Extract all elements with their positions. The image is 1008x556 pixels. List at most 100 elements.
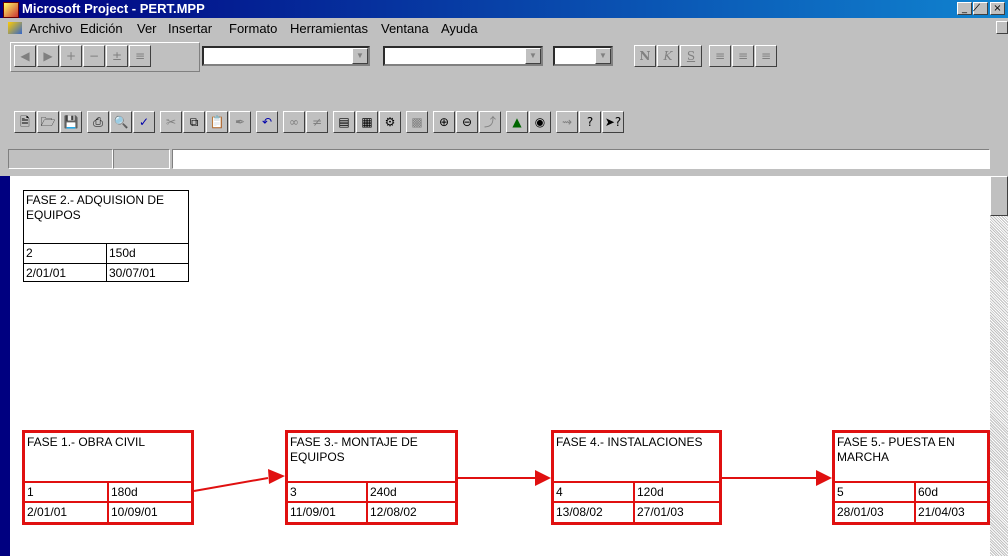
format-painter-icon[interactable]: ✒ bbox=[229, 111, 251, 133]
task-name: FASE 4.- INSTALACIONES bbox=[556, 435, 703, 449]
menu-insertar[interactable]: Insertar bbox=[168, 21, 212, 36]
task-information-icon[interactable]: ▤ bbox=[333, 111, 355, 133]
menu-edicion[interactable]: Edición bbox=[80, 21, 123, 36]
print-preview-icon[interactable]: 🔍 bbox=[110, 111, 132, 133]
task-number: 3 bbox=[290, 485, 297, 499]
zoom-out-icon[interactable]: ⊖ bbox=[456, 111, 478, 133]
task-finish: 10/09/01 bbox=[111, 505, 158, 519]
document-icon[interactable] bbox=[8, 22, 22, 34]
italic-button[interactable]: K bbox=[657, 45, 679, 67]
task-name: FASE 2.- ADQUISION DE EQUIPOS bbox=[26, 193, 165, 222]
link-tasks-icon[interactable]: ∞ bbox=[283, 111, 305, 133]
zoom-in-icon[interactable]: ⊕ bbox=[433, 111, 455, 133]
task-start: 11/09/01 bbox=[290, 505, 336, 519]
task-finish: 21/04/03 bbox=[918, 505, 965, 519]
pert-chart-canvas[interactable]: FASE 2.- ADQUISION DE EQUIPOS 2 150d 2/0… bbox=[10, 176, 990, 556]
task-start: 2/01/01 bbox=[27, 505, 68, 519]
task-start: 13/08/02 bbox=[556, 505, 603, 519]
pert-wizard-icon[interactable]: ⇝ bbox=[556, 111, 578, 133]
save-icon[interactable]: 💾 bbox=[60, 111, 82, 133]
assign-resources-icon[interactable]: ⚙ bbox=[379, 111, 401, 133]
formatting-toolbar: ◀ ▶ + − ± ≡ ▼ ▼ ▼ N K S ≡ ≡ ≡ bbox=[0, 40, 1008, 74]
task-finish: 12/08/02 bbox=[370, 505, 417, 519]
minimize-button[interactable]: _ bbox=[957, 2, 972, 15]
entry-input[interactable] bbox=[172, 149, 990, 169]
task-finish: 30/07/01 bbox=[109, 266, 156, 280]
arrowhead-fase5 bbox=[816, 470, 832, 486]
task-start: 2/01/01 bbox=[26, 266, 67, 280]
unlink-tasks-icon[interactable]: ≠ bbox=[306, 111, 328, 133]
task-number: 1 bbox=[27, 485, 34, 499]
task-start: 28/01/03 bbox=[837, 505, 884, 519]
window-title: Microsoft Project - PERT.MPP bbox=[22, 1, 205, 16]
help-icon[interactable]: ? bbox=[579, 111, 601, 133]
hide-subtasks-icon[interactable]: − bbox=[83, 45, 105, 67]
arrowhead-fase3 bbox=[268, 469, 285, 484]
chevron-down-icon[interactable]: ▼ bbox=[525, 48, 541, 64]
copy-icon[interactable]: ⧉ bbox=[183, 111, 205, 133]
task-name: FASE 1.- OBRA CIVIL bbox=[27, 435, 146, 449]
spelling-icon[interactable]: ✓ bbox=[133, 111, 155, 133]
menu-ver[interactable]: Ver bbox=[137, 21, 157, 36]
filter-icon[interactable]: ≡ bbox=[129, 45, 151, 67]
standard-toolbar: 🗎 🗁 💾 ⎙ 🔍 ✓ ✂ ⧉ 📋 ✒ ↶ ∞ ≠ ▤ ▦ ⚙ ▩ ⊕ ⊖ ⤴ … bbox=[0, 106, 1008, 142]
copy-picture-icon[interactable]: ▩ bbox=[406, 111, 428, 133]
bold-button[interactable]: N bbox=[634, 45, 656, 67]
pert-node-fase1[interactable]: FASE 1.- OBRA CIVIL 1 180d 2/01/01 10/09… bbox=[22, 430, 194, 525]
task-duration: 240d bbox=[370, 485, 397, 499]
gantt-chart-wizard-icon[interactable]: ▲ bbox=[506, 111, 528, 133]
task-notes-icon[interactable]: ▦ bbox=[356, 111, 378, 133]
task-duration: 180d bbox=[111, 485, 138, 499]
outdent-icon[interactable]: ◀ bbox=[14, 45, 36, 67]
pert-node-fase2[interactable]: FASE 2.- ADQUISION DE EQUIPOS 2 150d 2/0… bbox=[23, 190, 189, 282]
close-button[interactable]: × bbox=[990, 2, 1005, 15]
chevron-down-icon[interactable]: ▼ bbox=[352, 48, 368, 64]
scrollbar-thumb[interactable] bbox=[990, 176, 1008, 216]
goto-selected-task-icon[interactable]: ⤴ bbox=[479, 111, 501, 133]
print-icon[interactable]: ⎙ bbox=[87, 111, 109, 133]
show-all-subtasks-icon[interactable]: ± bbox=[106, 45, 128, 67]
align-center-icon[interactable]: ≡ bbox=[732, 45, 754, 67]
group-select[interactable]: ▼ bbox=[202, 46, 370, 66]
font-size-select[interactable]: ▼ bbox=[553, 46, 613, 66]
task-duration: 150d bbox=[109, 246, 136, 260]
menu-herramientas[interactable]: Herramientas bbox=[290, 21, 368, 36]
task-duration: 60d bbox=[918, 485, 939, 499]
camera-icon[interactable]: ◉ bbox=[529, 111, 551, 133]
entry-status-box-2 bbox=[113, 149, 170, 169]
task-number: 4 bbox=[556, 485, 563, 499]
entry-status-box bbox=[8, 149, 113, 169]
title-bar: Microsoft Project - PERT.MPP _ ̸ × bbox=[0, 0, 1008, 18]
pert-node-fase5[interactable]: FASE 5.- PUESTA EN MARCHA 5 60d 28/01/03… bbox=[832, 430, 990, 525]
task-number: 2 bbox=[26, 246, 33, 260]
task-name: FASE 3.- MONTAJE DE EQUIPOS bbox=[290, 435, 418, 464]
task-number: 5 bbox=[837, 485, 844, 499]
menu-ayuda[interactable]: Ayuda bbox=[441, 21, 478, 36]
pert-node-fase3[interactable]: FASE 3.- MONTAJE DE EQUIPOS 3 240d 11/09… bbox=[285, 430, 458, 525]
document-close-button[interactable] bbox=[996, 21, 1008, 34]
align-right-icon[interactable]: ≡ bbox=[755, 45, 777, 67]
font-select[interactable]: ▼ bbox=[383, 46, 543, 66]
underline-button[interactable]: S bbox=[680, 45, 702, 67]
open-folder-icon[interactable]: 🗁 bbox=[37, 111, 59, 133]
show-subtasks-icon[interactable]: + bbox=[60, 45, 82, 67]
paste-icon[interactable]: 📋 bbox=[206, 111, 228, 133]
pert-node-fase4[interactable]: FASE 4.- INSTALACIONES 4 120d 13/08/02 2… bbox=[551, 430, 722, 525]
chevron-down-icon[interactable]: ▼ bbox=[595, 48, 611, 64]
context-help-icon[interactable]: ➤? bbox=[602, 111, 624, 133]
task-finish: 27/01/03 bbox=[637, 505, 684, 519]
indent-icon[interactable]: ▶ bbox=[37, 45, 59, 67]
menu-archivo[interactable]: Archivo bbox=[29, 21, 72, 36]
new-file-icon[interactable]: 🗎 bbox=[14, 111, 36, 133]
arrowhead-fase4 bbox=[535, 470, 551, 486]
entry-bar bbox=[0, 144, 1008, 174]
project-app-icon[interactable] bbox=[3, 2, 19, 18]
cut-icon[interactable]: ✂ bbox=[160, 111, 182, 133]
menu-formato[interactable]: Formato bbox=[229, 21, 277, 36]
restore-button[interactable]: ̸ bbox=[973, 2, 988, 15]
view-bar[interactable] bbox=[0, 176, 10, 556]
vertical-scrollbar[interactable] bbox=[990, 176, 1008, 556]
undo-icon[interactable]: ↶ bbox=[256, 111, 278, 133]
menu-ventana[interactable]: Ventana bbox=[381, 21, 429, 36]
align-left-icon[interactable]: ≡ bbox=[709, 45, 731, 67]
